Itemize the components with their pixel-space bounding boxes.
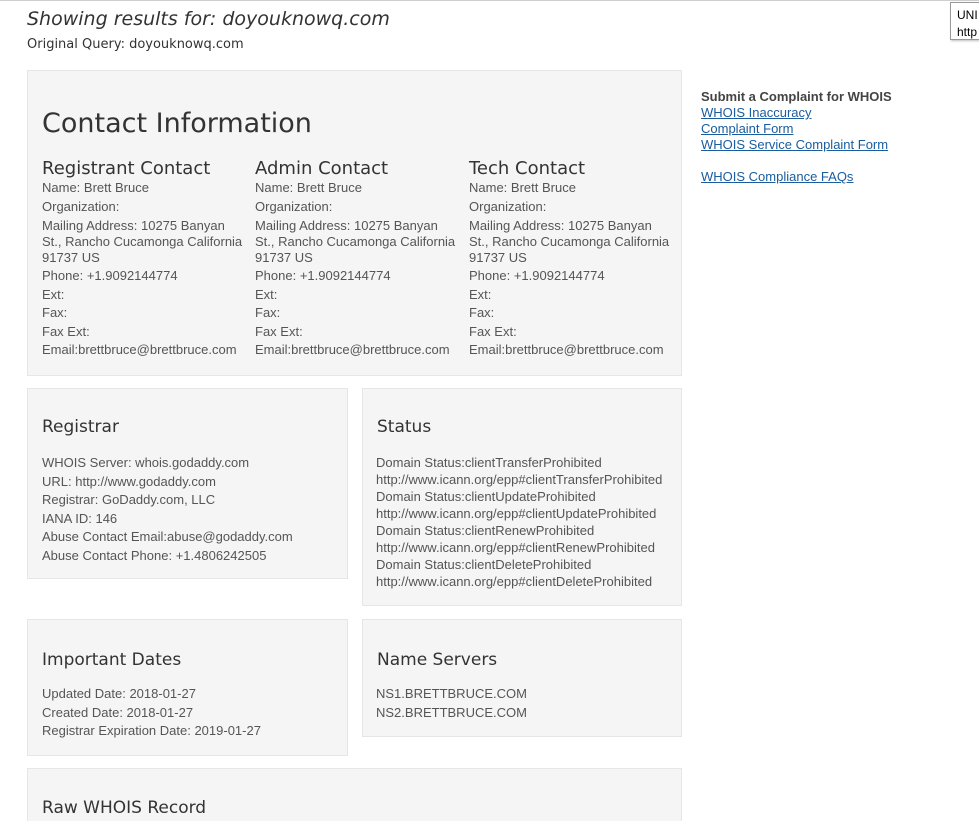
tech-email: Email:brettbruce@brettbruce.com [469,342,664,357]
admin-fax: Fax: [255,305,281,320]
registrar-abuse-email: Abuse Contact Email:abuse@godaddy.com [42,529,293,544]
admin-fax-ext: Fax Ext: [255,323,303,339]
registrant-mailing-address: Mailing Address: 10275 Banyan St., Ranch… [42,218,243,265]
tooltip-line-2: http [957,25,978,39]
tech-name: Name: Brett Bruce [469,180,576,195]
registrant-contact-fields: Name: Brett Bruce Organization: Mailing … [42,179,247,360]
name-server-1: NS1.BRETTBRUCE.COM [376,686,527,701]
admin-contact-fields: Name: Brett Bruce Organization: Mailing … [255,179,460,360]
admin-mailing-address: Mailing Address: 10275 Banyan St., Ranch… [255,218,456,265]
name-servers-fields: NS1.BRETTBRUCE.COM NS2.BRETTBRUCE.COM [376,685,527,722]
status-panel: Status Domain Status:clientTransferProhi… [362,388,682,606]
admin-email: Email:brettbruce@brettbruce.com [255,342,450,357]
registrant-fax-ext: Fax Ext: [42,323,90,339]
admin-ext: Ext: [255,286,278,302]
domain-status-url: http://www.icann.org/epp#clientTransferP… [376,472,663,487]
important-dates-panel: Important Dates Updated Date: 2018-01-27… [27,619,348,756]
complaint-sidebar-title: Submit a Complaint for WHOIS [701,89,892,104]
registrar-name: Registrar: GoDaddy.com, LLC [42,492,216,507]
important-dates-fields: Updated Date: 2018-01-27 Created Date: 2… [42,685,261,741]
raw-whois-panel: Raw WHOIS Record [27,768,682,821]
whois-compliance-faqs-link[interactable]: WHOIS Compliance FAQs [701,169,892,185]
admin-name: Name: Brett Bruce [255,180,362,195]
tech-phone: Phone: +1.9092144774 [469,268,605,283]
name-server-2: NS2.BRETTBRUCE.COM [376,704,527,720]
tech-contact-title: Tech Contact [469,158,586,179]
registrant-name: Name: Brett Bruce [42,180,149,195]
name-servers-title: Name Servers [377,650,498,670]
registrar-whois-server: WHOIS Server: whois.godaddy.com [42,455,250,470]
tooltip-popup: UNI http [950,2,979,40]
top-divider [0,0,979,1]
domain-status: Domain Status:clientRenewProhibited [376,523,595,538]
whois-service-complaint-form-link[interactable]: WHOIS Service Complaint Form [701,137,892,153]
important-dates-title: Important Dates [42,650,182,670]
registrar-abuse-phone: Abuse Contact Phone: +1.4806242505 [42,547,267,563]
status-list: Domain Status:clientTransferProhibited h… [376,454,662,590]
complaint-form-link[interactable]: Complaint Form [701,121,892,137]
registrant-organization: Organization: [42,198,120,214]
contact-information-title: Contact Information [42,108,312,139]
domain-status: Domain Status:clientUpdateProhibited [376,489,596,504]
registrar-panel: Registrar WHOIS Server: whois.godaddy.co… [27,388,348,579]
admin-contact-title: Admin Contact [255,158,389,179]
status-title: Status [377,417,432,437]
registrar-fields: WHOIS Server: whois.godaddy.com URL: htt… [42,454,293,565]
domain-status: Domain Status:clientDeleteProhibited [376,557,592,572]
expiration-date: Registrar Expiration Date: 2019-01-27 [42,723,261,738]
name-servers-panel: Name Servers NS1.BRETTBRUCE.COM NS2.BRET… [362,619,682,737]
registrant-email: Email:brettbruce@brettbruce.com [42,342,237,357]
created-date: Created Date: 2018-01-27 [42,704,194,720]
registrar-iana-id: IANA ID: 146 [42,510,118,526]
domain-status-url: http://www.icann.org/epp#clientDeletePro… [376,574,653,589]
original-query: Original Query: doyouknowq.com [27,37,244,52]
results-heading: Showing results for: doyouknowq.com [27,8,390,30]
domain-status: Domain Status:clientTransferProhibited [376,455,602,470]
tech-ext: Ext: [469,286,492,302]
registrant-contact-title: Registrant Contact [42,158,211,179]
registrar-url: URL: http://www.godaddy.com [42,473,216,489]
registrant-phone: Phone: +1.9092144774 [42,268,178,283]
tech-mailing-address: Mailing Address: 10275 Banyan St., Ranch… [469,218,670,265]
admin-organization: Organization: [255,198,333,214]
registrar-title: Registrar [42,417,119,437]
tech-contact-fields: Name: Brett Bruce Organization: Mailing … [469,179,674,360]
tech-organization: Organization: [469,198,547,214]
tech-fax-ext: Fax Ext: [469,323,517,339]
complaint-sidebar: Submit a Complaint for WHOIS WHOIS Inacc… [701,89,892,185]
tooltip-line-1: UNI [957,8,978,22]
admin-phone: Phone: +1.9092144774 [255,268,391,283]
registrant-fax: Fax: [42,305,68,320]
whois-inaccuracy-link[interactable]: WHOIS Inaccuracy [701,105,892,121]
contact-information-panel: Contact Information Registrant Contact N… [27,70,682,376]
updated-date: Updated Date: 2018-01-27 [42,686,196,701]
domain-status-url: http://www.icann.org/epp#clientRenewProh… [376,540,655,555]
domain-status-url: http://www.icann.org/epp#clientUpdatePro… [376,506,657,521]
registrant-ext: Ext: [42,286,65,302]
raw-whois-title: Raw WHOIS Record [42,798,207,818]
tech-fax: Fax: [469,305,495,320]
